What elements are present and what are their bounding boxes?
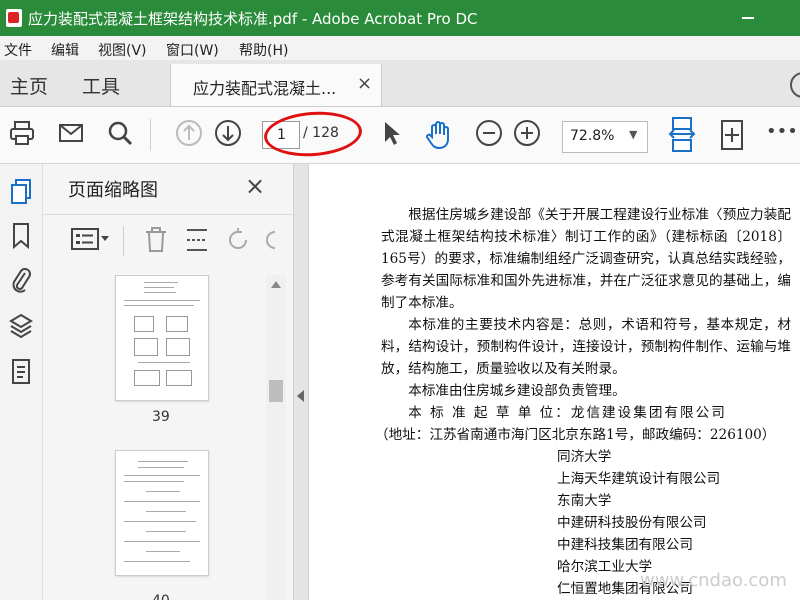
left-navigation-rail xyxy=(0,164,43,600)
close-panel-button[interactable]: × xyxy=(245,172,265,200)
panel-title: 页面缩略图 xyxy=(68,180,158,201)
title-bar: 应力装配式混凝土框架结构技术标准.pdf - Adobe Acrobat Pro… xyxy=(0,0,800,36)
toolbar-separator xyxy=(150,119,151,151)
document-paragraph: 本标准由住房城乡建设部负责管理。 xyxy=(408,383,626,399)
scroll-up-icon[interactable] xyxy=(271,281,281,288)
insert-page-icon[interactable] xyxy=(184,226,210,254)
participant-unit: 东南大学 xyxy=(557,493,612,509)
previous-page-icon[interactable] xyxy=(175,119,203,147)
site-watermark: www.cndao.com xyxy=(640,570,787,591)
help-icon[interactable] xyxy=(790,72,800,98)
panel-splitter[interactable] xyxy=(294,164,308,600)
participant-unit: 同济大学 xyxy=(557,449,612,465)
rotate-view-icon[interactable] xyxy=(718,119,746,151)
panel-divider xyxy=(43,214,293,215)
menu-edit[interactable]: 编辑 xyxy=(51,40,79,60)
menu-view[interactable]: 视图(V) xyxy=(98,40,147,60)
print-icon[interactable] xyxy=(8,119,36,147)
document-paragraph: 本标准的主要技术内容是：总则，术语和符号，基本规定，材料，结构设计，预制构件设计… xyxy=(381,317,791,377)
collapse-panel-icon[interactable] xyxy=(297,390,304,402)
thumbnail-page-number: 39 xyxy=(152,409,170,425)
layers-icon[interactable] xyxy=(9,312,33,340)
minimize-button[interactable] xyxy=(736,10,762,26)
thumbnail-options-icon[interactable] xyxy=(70,226,110,252)
zoom-out-icon[interactable] xyxy=(475,119,503,147)
rotate-right-icon[interactable] xyxy=(263,226,277,254)
email-icon[interactable] xyxy=(57,119,85,147)
menu-bar: 文件 编辑 视图(V) 窗口(W) 帮助(H) xyxy=(0,36,800,60)
menu-help[interactable]: 帮助(H) xyxy=(239,40,288,60)
zoom-value: 72.8% xyxy=(570,128,615,144)
fit-width-icon[interactable] xyxy=(668,116,696,154)
page-thumbnail-39[interactable] xyxy=(115,275,209,401)
participant-unit: 中建科技集团有限公司 xyxy=(557,537,693,553)
chevron-down-icon: ▼ xyxy=(629,128,638,141)
menu-window[interactable]: 窗口(W) xyxy=(166,40,219,60)
search-icon[interactable] xyxy=(106,119,134,147)
zoom-level-dropdown[interactable]: 72.8% ▼ xyxy=(562,121,648,153)
zoom-in-icon[interactable] xyxy=(513,119,541,147)
close-tab-button[interactable]: × xyxy=(357,73,372,94)
drafting-unit-address: （地址：江苏省南通市海门区北京东路1号，邮政编码：226100） xyxy=(375,427,776,443)
tab-home[interactable]: 主页 xyxy=(10,72,48,99)
acrobat-app-icon xyxy=(6,9,22,27)
page-thumbnail-40[interactable] xyxy=(115,450,209,576)
select-cursor-icon[interactable] xyxy=(380,119,404,147)
panel-toolbar-separator xyxy=(123,226,124,256)
participant-unit: 上海天华建筑设计有限公司 xyxy=(557,471,721,487)
scrollbar-thumb[interactable] xyxy=(269,380,283,402)
hand-tool-icon[interactable] xyxy=(424,119,454,151)
window-title: 应力装配式混凝土框架结构技术标准.pdf - Adobe Acrobat Pro… xyxy=(28,10,478,28)
thumbnail-page-number: 40 xyxy=(152,593,170,600)
more-options-icon[interactable]: ••• xyxy=(766,121,798,142)
bookmark-icon[interactable] xyxy=(9,222,33,250)
thumbnail-list: 39 40 xyxy=(43,275,268,600)
document-paragraph: 根据住房城乡建设部《关于开展工程建设行业标准〈预应力装配式混凝土框架结构技术标准… xyxy=(381,207,791,311)
page-content-icon[interactable] xyxy=(9,358,33,386)
tab-bar: 主页 工具 应力装配式混凝土... × xyxy=(0,60,800,107)
next-page-icon[interactable] xyxy=(214,119,242,147)
document-page-text: 根据住房城乡建设部《关于开展工程建设行业标准〈预应力装配式混凝土框架结构技术标准… xyxy=(375,204,791,600)
tab-document[interactable]: 应力装配式混凝土... × xyxy=(170,64,382,106)
document-tab-label: 应力装配式混凝土... xyxy=(193,79,337,98)
attachment-icon[interactable] xyxy=(9,266,33,296)
thumbnail-scrollbar[interactable] xyxy=(266,275,286,600)
toolbar: 1 / 128 72.8% ▼ ••• xyxy=(0,107,800,164)
menu-file[interactable]: 文件 xyxy=(4,40,32,60)
page-thumbnails-icon[interactable] xyxy=(9,178,33,206)
tab-tools[interactable]: 工具 xyxy=(82,72,120,99)
delete-page-icon[interactable] xyxy=(143,226,169,254)
rotate-left-icon[interactable] xyxy=(225,226,251,254)
participant-unit: 中建研科技股份有限公司 xyxy=(557,515,707,531)
chief-drafting-unit: 本 标 准 起 草 单 位：龙信建设集团有限公司 xyxy=(408,405,727,421)
document-view: 根据住房城乡建设部《关于开展工程建设行业标准〈预应力装配式混凝土框架结构技术标准… xyxy=(308,164,800,600)
